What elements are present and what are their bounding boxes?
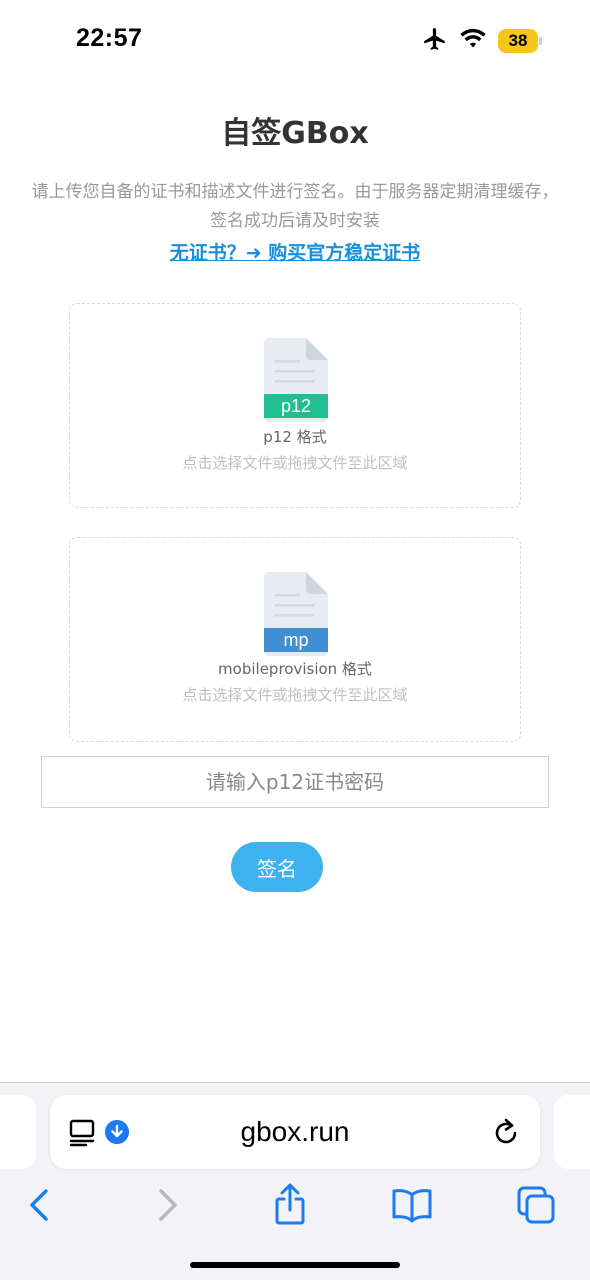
address-bar[interactable]: gbox.run (50, 1095, 540, 1169)
chevron-right-icon (159, 1189, 177, 1221)
book-icon (392, 1189, 432, 1223)
sign-button[interactable]: 签名 (231, 842, 323, 892)
share-button[interactable] (268, 1183, 312, 1227)
back-button[interactable] (17, 1183, 61, 1227)
page-description: 请上传您自备的证书和描述文件进行签名。由于服务器定期清理缓存，签名成功后请及时安… (31, 182, 559, 231)
forward-button[interactable] (146, 1183, 190, 1227)
previous-tab-preview[interactable] (0, 1095, 36, 1169)
buy-certificate-link[interactable]: 无证书？➜ 购买官方稳定证书 (0, 238, 590, 265)
tabs-button[interactable] (514, 1183, 558, 1227)
mobileprovision-format-label: mobileprovision 格式 (218, 660, 372, 678)
browser-toolbar: gbox.run (0, 1082, 590, 1280)
mobileprovision-file-icon: mp (264, 572, 328, 656)
tabs-icon (517, 1186, 555, 1224)
p12-badge: p12 (281, 396, 311, 416)
mp-badge: mp (283, 630, 308, 650)
url-text[interactable]: gbox.run (50, 1095, 540, 1169)
home-indicator (190, 1262, 400, 1268)
mobileprovision-upload-dropzone[interactable]: mp mobileprovision 格式 点击选择文件或拖拽文件至此区域 (69, 537, 521, 742)
bookmarks-button[interactable] (390, 1183, 434, 1227)
status-bar: 22:57 38 (0, 0, 590, 80)
mobileprovision-upload-hint: 点击选择文件或拖拽文件至此区域 (182, 686, 408, 704)
wifi-icon (460, 28, 486, 54)
reload-icon[interactable] (492, 1117, 522, 1147)
p12-password-input[interactable] (41, 756, 549, 808)
battery-icon: 38 (498, 29, 542, 53)
status-time: 22:57 (76, 24, 143, 52)
share-icon (275, 1183, 305, 1225)
p12-upload-hint: 点击选择文件或拖拽文件至此区域 (182, 454, 408, 472)
chevron-left-icon (30, 1189, 48, 1221)
p12-upload-dropzone[interactable]: p12 p12 格式 点击选择文件或拖拽文件至此区域 (69, 303, 521, 508)
status-icons: 38 (422, 26, 542, 56)
p12-format-label: p12 格式 (263, 428, 327, 446)
p12-file-icon: p12 (264, 338, 328, 422)
next-tab-preview[interactable] (554, 1095, 590, 1169)
page-title: 自签GBox (221, 116, 369, 151)
airplane-icon (422, 26, 448, 56)
